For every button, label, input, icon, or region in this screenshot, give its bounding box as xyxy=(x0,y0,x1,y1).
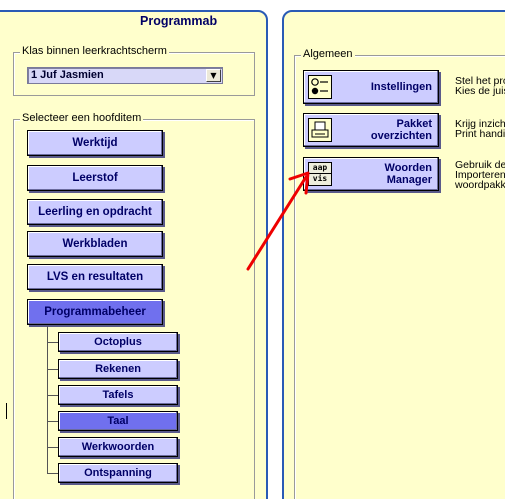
menu-button-leerstof[interactable]: Leerstof xyxy=(27,165,163,191)
settings-icon xyxy=(308,75,332,99)
menu-button-werkbladen[interactable]: Werkbladen xyxy=(27,231,163,257)
woorden-manager-button[interactable]: aap vis Woorden Manager xyxy=(303,157,439,191)
instellingen-button[interactable]: Instellingen xyxy=(303,70,439,104)
printer-icon xyxy=(308,118,332,142)
annotation-arrow-icon xyxy=(246,171,310,271)
submenu-button-werkwoorden[interactable]: Werkwoorden xyxy=(58,437,178,457)
submenu-button-tafels[interactable]: Tafels xyxy=(58,385,178,405)
menu-button-programmabeheer[interactable]: Programmabeheer xyxy=(27,299,163,325)
instellingen-label: Instellingen xyxy=(370,81,432,93)
main-group-label: Selecteer een hoofditem xyxy=(20,112,144,124)
chevron-down-icon[interactable]: ▼ xyxy=(206,69,221,82)
menu-button-werktijd[interactable]: Werktijd xyxy=(27,130,163,156)
class-select[interactable]: 1 Juf Jasmien ▼ xyxy=(27,67,223,84)
class-group-label: Klas binnen leerkrachtscherm xyxy=(20,45,169,57)
pakket-overzichten-button[interactable]: Pakket overzichten xyxy=(303,113,439,147)
pakket-overzichten-description: Krijg inzich Print handi xyxy=(455,118,505,140)
tree-line-vertical xyxy=(47,326,48,474)
submenu-button-octoplus[interactable]: Octoplus xyxy=(58,332,178,352)
page-title: Programmab xyxy=(140,14,218,28)
woorden-manager-description: Gebruik de Importeren woordpakk xyxy=(455,159,505,191)
pakket-overzichten-label: Pakket overzichten xyxy=(370,118,432,142)
text-cursor xyxy=(6,403,7,419)
submenu-button-taal[interactable]: Taal xyxy=(58,411,178,431)
woorden-manager-label: Woorden Manager xyxy=(384,162,432,186)
instellingen-description: Stel het pro Kies de juis xyxy=(455,75,505,97)
submenu-button-ontspanning[interactable]: Ontspanning xyxy=(58,463,178,483)
menu-button-lvs-en-resultaten[interactable]: LVS en resultaten xyxy=(27,264,163,290)
menu-button-leerling-en-opdracht[interactable]: Leerling en opdracht xyxy=(27,199,163,225)
submenu-button-rekenen[interactable]: Rekenen xyxy=(58,359,178,379)
algemeen-group-label: Algemeen xyxy=(301,48,355,60)
class-select-value: 1 Juf Jasmien xyxy=(31,69,104,81)
